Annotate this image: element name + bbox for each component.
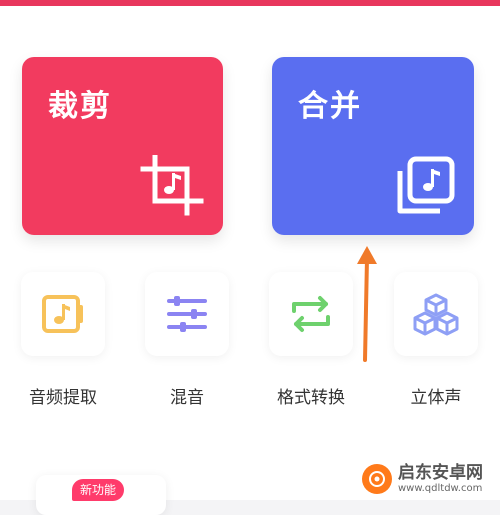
stereo-tile[interactable] <box>394 272 478 356</box>
mixer-sliders-icon <box>167 296 207 332</box>
annotation-arrow <box>357 246 377 362</box>
watermark-url: www.qdltdw.com <box>398 482 483 494</box>
crop-music-icon <box>140 155 204 216</box>
merge-music-icon <box>397 156 455 214</box>
new-feature-badge: 新功能 <box>72 479 125 501</box>
watermark: 启东安卓网 www.qdltdw.com <box>362 462 490 496</box>
stereo-label: 立体声 <box>410 388 462 408</box>
stereo-cubes-icon <box>413 293 459 336</box>
merge-card[interactable]: 合并 <box>272 57 474 235</box>
top-accent-bar <box>0 0 500 6</box>
watermark-logo-icon <box>362 464 392 494</box>
format-convert-label: 格式转换 <box>277 388 345 408</box>
watermark-name: 启东安卓网 <box>398 463 483 484</box>
format-convert-icon <box>292 296 330 332</box>
crop-card-title: 裁剪 <box>48 89 112 124</box>
audio-extract-icon <box>42 295 83 333</box>
audio-extract-tile[interactable] <box>21 272 105 356</box>
format-convert-tile[interactable] <box>269 272 353 356</box>
merge-card-title: 合并 <box>298 89 362 124</box>
crop-card[interactable]: 裁剪 <box>22 57 223 235</box>
mixer-tile[interactable] <box>145 272 229 356</box>
mixer-label: 混音 <box>170 388 204 408</box>
audio-extract-label: 音频提取 <box>29 388 97 408</box>
